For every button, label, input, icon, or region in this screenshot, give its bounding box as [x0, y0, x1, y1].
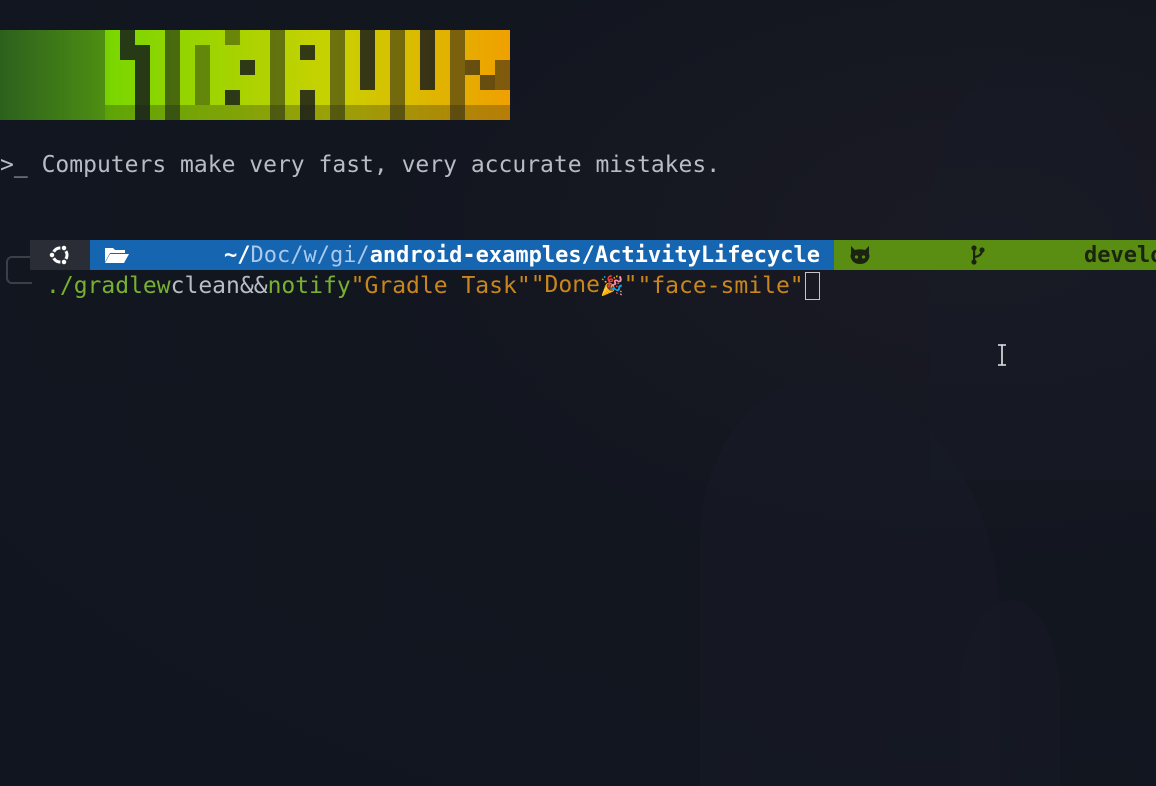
- command-token: notify: [267, 272, 351, 299]
- prompt-bracket: [6, 256, 32, 284]
- git-segment: develop: [834, 240, 1156, 270]
- string-token: "Done🎉": [530, 272, 638, 298]
- os-segment: [30, 240, 90, 270]
- command-token: ./gradlew: [46, 272, 171, 299]
- github-icon: [848, 194, 954, 316]
- powerline-prompt: ~/Doc/w/gi/android-examples/ActivityLife…: [30, 240, 1156, 270]
- path-segment: ~/Doc/w/gi/android-examples/ActivityLife…: [90, 240, 835, 270]
- argument-token: clean: [170, 272, 240, 299]
- motd-message: Computers make very fast, very accurate …: [41, 152, 721, 178]
- path-prefix: ~/: [223, 242, 251, 268]
- terminal-window[interactable]: >_ Computers make very fast, very accura…: [0, 0, 1156, 786]
- git-branch-icon: [970, 194, 1076, 316]
- path-current-dir: android-examples/ActivityLifecycle: [369, 242, 821, 268]
- ascii-banner: [0, 30, 510, 120]
- git-branch-name: develop: [1083, 242, 1156, 268]
- party-emoji: 🎉: [599, 275, 624, 297]
- prompt-glyph: >_: [0, 152, 28, 178]
- string-token: "face-smile": [637, 272, 804, 299]
- text-cursor: [804, 271, 820, 300]
- ubuntu-icon: [48, 243, 72, 267]
- command-input-line[interactable]: ./gradlew clean && notify "Gradle Task" …: [46, 270, 820, 301]
- background-art: [960, 600, 1060, 786]
- path-abbreviated: Doc/w/gi/: [250, 242, 370, 268]
- string-token: "Gradle Task": [350, 272, 531, 299]
- operator-token: &&: [239, 272, 268, 299]
- motd-line: >_ Computers make very fast, very accura…: [0, 150, 720, 180]
- mouse-ibeam-cursor: [995, 344, 1009, 370]
